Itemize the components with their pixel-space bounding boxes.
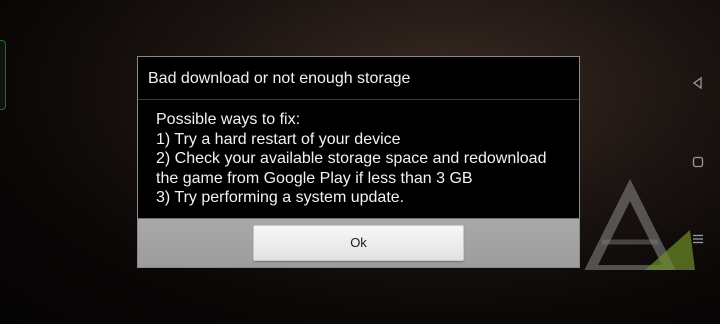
message-line: 1) Try a hard restart of your device [156, 130, 401, 148]
message-line: 2) Check your available storage space an… [156, 150, 547, 167]
message-line: 3) Try performing a system update. [156, 189, 405, 206]
edge-panel-handle[interactable] [0, 40, 6, 110]
ok-button[interactable]: Ok [253, 225, 464, 261]
message-line: the game from Google Play if less than 3… [156, 169, 473, 187]
error-dialog: Bad download or not enough storage Possi… [137, 56, 580, 268]
dialog-message: Possible ways to fix: 1) Try a hard rest… [138, 100, 579, 219]
menu-icon[interactable] [691, 232, 705, 246]
dialog-title: Bad download or not enough storage [138, 57, 579, 100]
home-icon[interactable] [691, 155, 705, 169]
message-line: Possible ways to fix: [156, 111, 301, 128]
dialog-button-bar: Ok [138, 218, 579, 267]
game-logo-icon [584, 178, 695, 270]
back-icon[interactable] [691, 76, 705, 90]
